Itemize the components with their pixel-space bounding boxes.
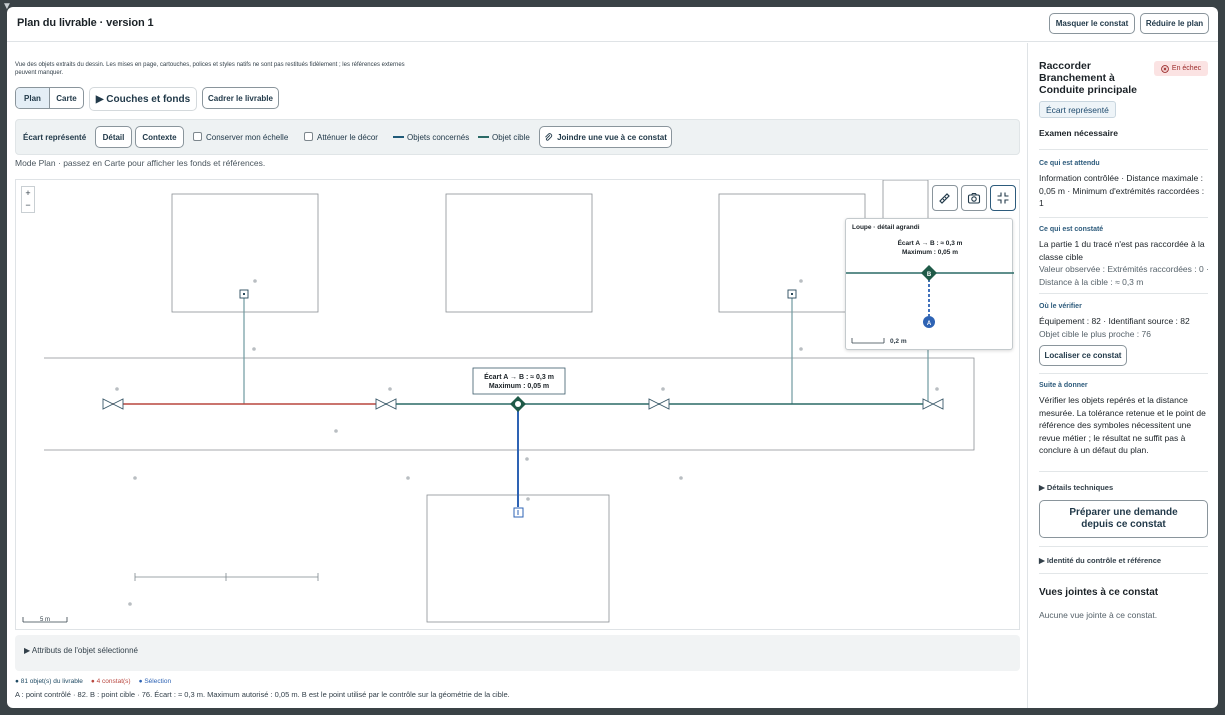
divider xyxy=(1039,573,1208,574)
loupe-marker-b-label: B xyxy=(927,272,932,278)
next-steps-text: Vérifier les objets repérés et la distan… xyxy=(1039,395,1206,455)
zoom-control: + − xyxy=(21,186,35,213)
hide-finding-button[interactable]: Masquer le constat xyxy=(1049,13,1135,34)
dimension-line xyxy=(134,573,319,581)
measure-tool-button[interactable] xyxy=(932,185,958,211)
manhole-symbols xyxy=(239,289,797,299)
dim-decor-checkbox[interactable] xyxy=(304,132,313,141)
top-bar: Plan du livrable · version 1 Masquer le … xyxy=(7,7,1218,42)
gap-label-line2: Maximum : 0,05 m xyxy=(489,383,549,390)
divider xyxy=(1039,217,1208,218)
gap-label-line1: Écart A → B : ≈ 0,3 m xyxy=(484,372,554,381)
control-identity-toggle[interactable]: ▶ Identité du contrôle et référence xyxy=(1039,556,1161,565)
dim-decor-label: Atténuer le décor xyxy=(317,133,378,142)
attach-view-label: Joindre une vue à ce constat xyxy=(557,132,667,142)
attached-views-heading: Vues jointes à ce constat xyxy=(1039,587,1159,598)
detail-button[interactable]: Détail xyxy=(95,126,132,148)
zoom-out-button[interactable]: − xyxy=(22,199,34,211)
locate-finding-button[interactable]: Localiser ce constat xyxy=(1039,345,1127,366)
loupe-scale-label: 0,2 m xyxy=(890,338,907,345)
collapse-view-button[interactable] xyxy=(990,185,1016,211)
prepare-request-button[interactable]: Préparer une demande depuis ce constat xyxy=(1039,500,1208,538)
objects-concerned-label: Objets concernés xyxy=(407,133,470,142)
divider xyxy=(1039,546,1208,547)
where-text: Équipement : 82 · Identifiant source : 8… xyxy=(1039,316,1190,326)
attach-view-button[interactable]: Joindre une vue à ce constat xyxy=(539,126,672,148)
camera-icon xyxy=(967,192,981,204)
target-object-swatch xyxy=(478,136,489,138)
mode-note: Mode Plan · passez en Carte pour affiche… xyxy=(15,158,266,168)
gap-label-box xyxy=(472,367,566,395)
extraction-notice: Vue des objets extraits du dessin. Les m… xyxy=(15,62,405,76)
decor-points xyxy=(115,279,939,606)
next-steps-heading: Suite à donner xyxy=(1039,382,1088,389)
loupe-marker-a-label: A xyxy=(927,321,932,327)
selected-attributes-toggle[interactable]: ▶ Attributs de l'objet sélectionné xyxy=(15,635,1020,671)
observed-text: La partie 1 du tracé n'est pas raccordée… xyxy=(1039,239,1205,262)
expected-text: Information contrôlée · Distance maximal… xyxy=(1039,173,1205,208)
legend-objects: ● 81 objet(s) du livrable xyxy=(15,678,83,685)
page-title: Plan du livrable · version 1 xyxy=(17,17,154,29)
view-switch: Plan Carte xyxy=(15,87,84,109)
snapshot-button[interactable] xyxy=(961,185,987,211)
building-outline xyxy=(445,193,593,313)
loupe-line2: Maximum : 0,05 m xyxy=(902,249,958,256)
scale-label: 5 m xyxy=(40,617,50,623)
zoom-in-button[interactable]: + xyxy=(22,187,34,199)
view-plan-button[interactable]: Plan xyxy=(16,88,50,108)
loupe-line1: Écart A → B : ≈ 0,3 m xyxy=(898,238,963,247)
divider xyxy=(1039,293,1208,294)
keep-scale-checkbox[interactable] xyxy=(193,132,202,141)
loupe-drawing: Écart A → B : ≈ 0,3 m Maximum : 0,05 m B… xyxy=(846,238,1014,345)
gap-represented-chip[interactable]: Écart représenté xyxy=(1039,101,1116,118)
plan-canvas[interactable]: Écart A → B : ≈ 0,3 m Maximum : 0,05 m 5… xyxy=(15,179,1020,630)
map-legend: ● 81 objet(s) du livrable ● 4 constat(s)… xyxy=(15,678,171,685)
finding-toolbar: Écart représenté Détail Contexte Conserv… xyxy=(15,119,1020,155)
divider xyxy=(1039,373,1208,374)
loupe-scale-bar xyxy=(851,338,885,344)
target-object-label: Objet cible xyxy=(492,133,530,142)
reduce-plan-button[interactable]: Réduire le plan xyxy=(1140,13,1209,34)
objects-concerned-swatch xyxy=(393,136,404,138)
collapse-icon xyxy=(997,192,1009,204)
status-label: En échec xyxy=(1171,65,1202,72)
divider xyxy=(1039,149,1208,150)
paperclip-icon xyxy=(545,132,553,141)
plan-area: Vue des objets extraits du dessin. Les m… xyxy=(7,43,1027,708)
finding-panel: Raccorder Branchement à Conduite princip… xyxy=(1027,43,1218,708)
gap-caption: A : point contrôlé · 82. B : point cible… xyxy=(15,690,510,699)
detail-loupe: Loupe · détail agrandi Écart A → B : ≈ 0… xyxy=(845,218,1014,350)
expected-heading: Ce qui est attendu xyxy=(1039,160,1100,167)
error-icon xyxy=(1161,64,1169,73)
nearest-target: Objet cible le plus proche : 76 xyxy=(1039,329,1151,339)
observed-heading: Ce qui est constaté xyxy=(1039,226,1104,233)
technical-details-toggle[interactable]: ▶ Détails techniques xyxy=(1039,483,1113,492)
gap-represented-label: Écart représenté xyxy=(23,133,87,142)
finding-title: Raccorder Branchement à Conduite princip… xyxy=(1039,60,1138,96)
context-button[interactable]: Contexte xyxy=(135,126,184,148)
layers-toggle[interactable]: ▶ Couches et fonds xyxy=(89,87,197,111)
attached-views-empty: Aucune vue jointe à ce constat. xyxy=(1039,610,1158,620)
ruler-icon xyxy=(939,193,950,204)
where-heading: Où le vérifier xyxy=(1039,303,1082,310)
divider xyxy=(1039,471,1208,472)
legend-selection: ● Sélection xyxy=(138,678,172,685)
observed-values: Valeur observée : Extrémités raccordées … xyxy=(1039,264,1209,287)
view-map-button[interactable]: Carte xyxy=(50,88,83,108)
status-badge: En échec xyxy=(1154,61,1208,76)
legend-findings: ● 4 constat(s) xyxy=(90,678,131,685)
frame-deliverable-button[interactable]: Cadrer le livrable xyxy=(202,87,279,109)
keep-scale-label: Conserver mon échelle xyxy=(206,133,289,142)
review-required: Examen nécessaire xyxy=(1039,128,1118,138)
app-window: Plan du livrable · version 1 Masquer le … xyxy=(7,7,1218,708)
